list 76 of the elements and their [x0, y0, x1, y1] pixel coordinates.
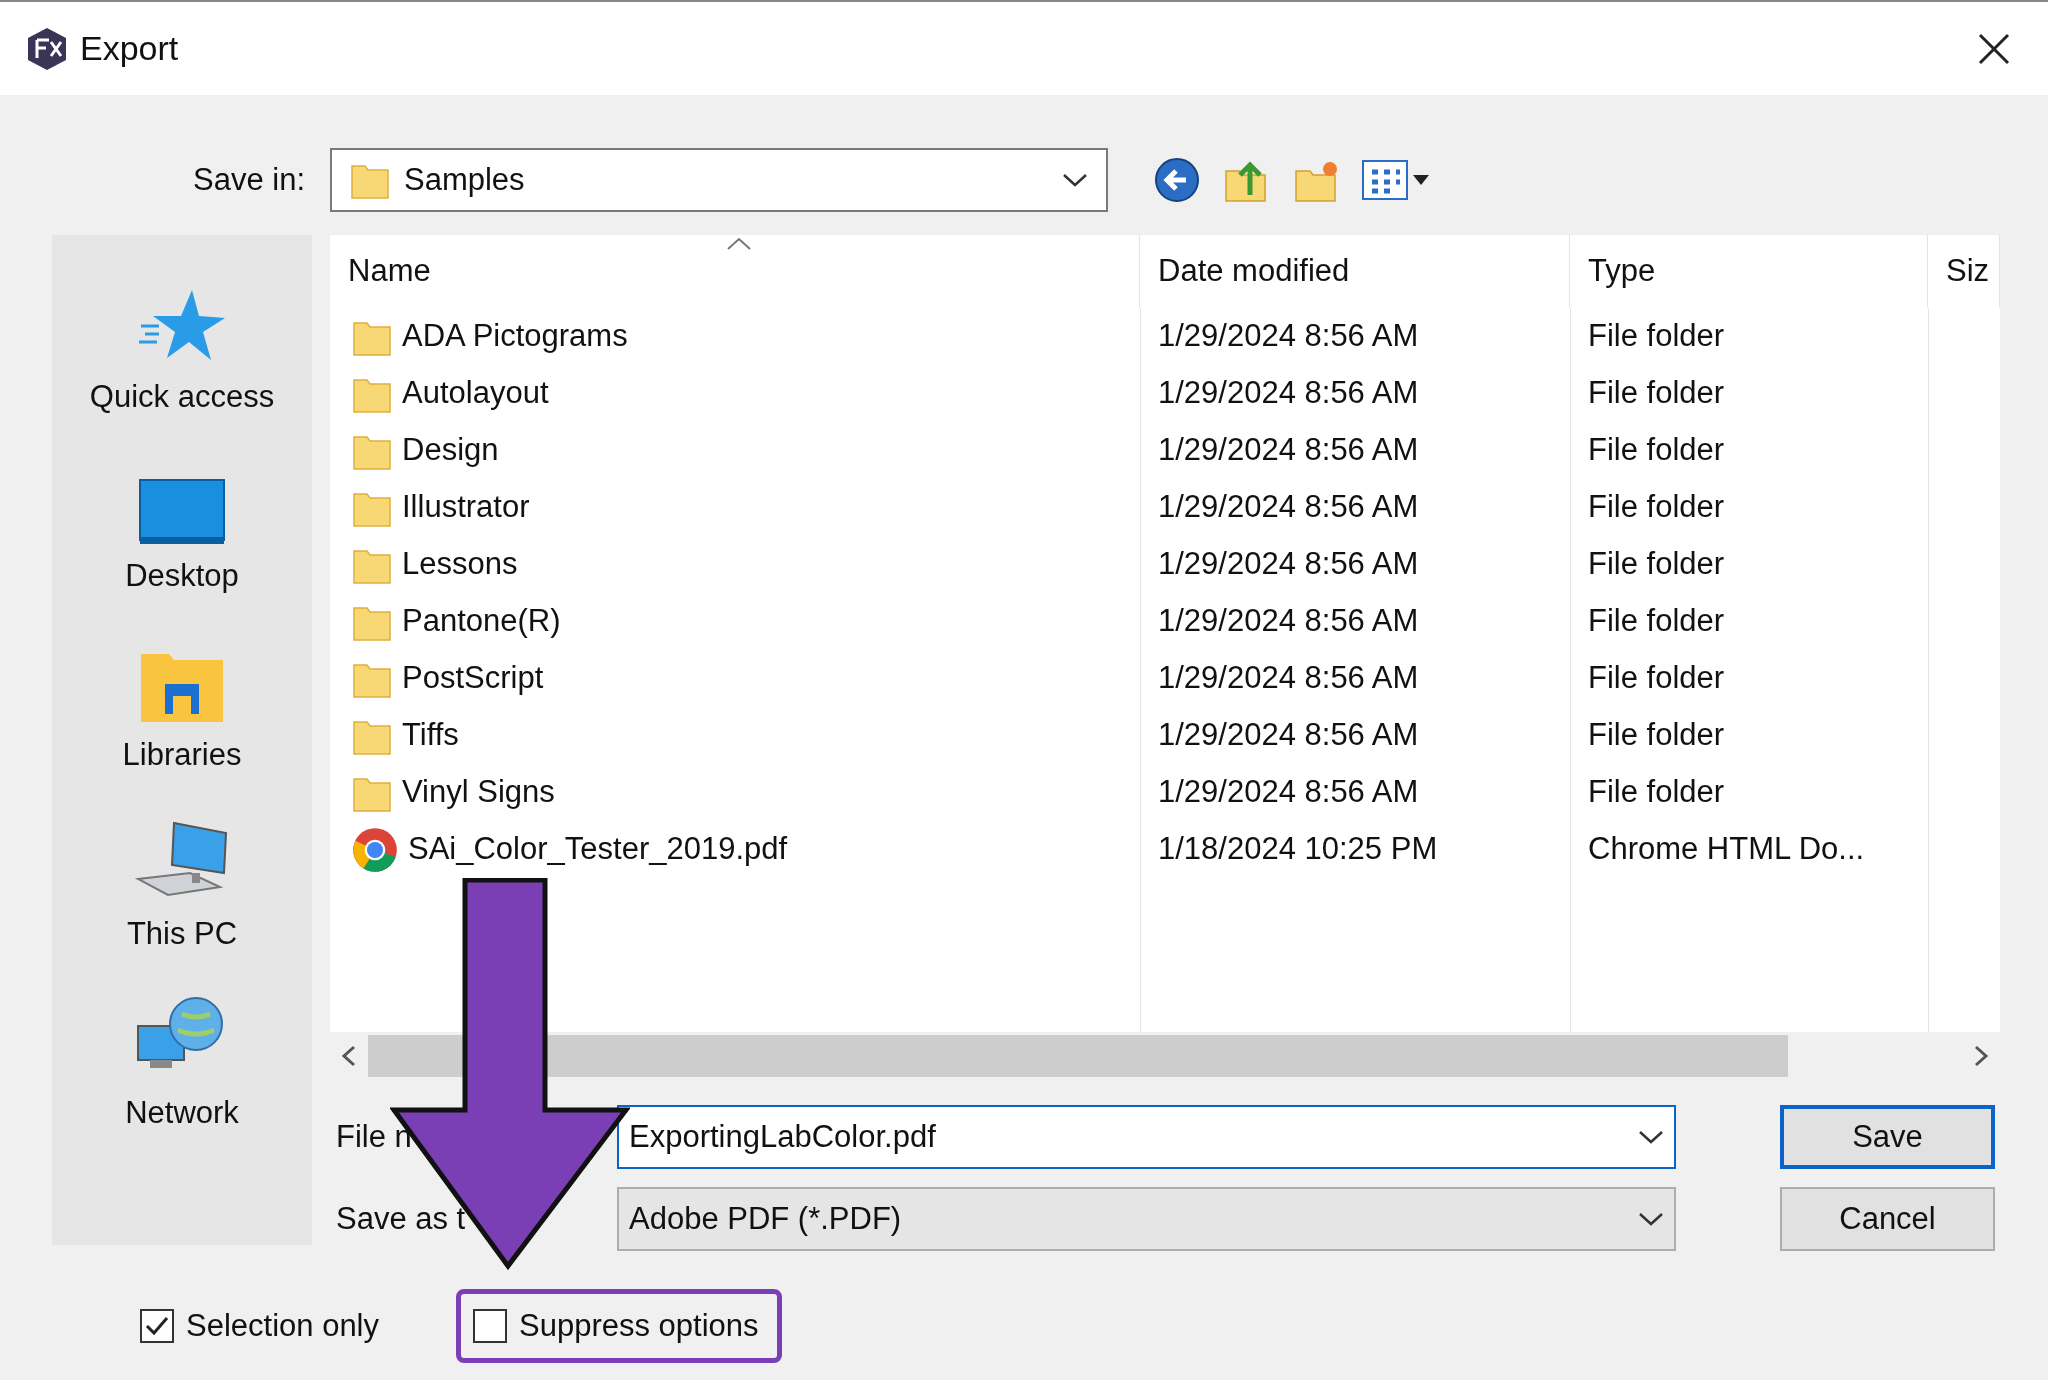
- file-name: Vinyl Signs: [402, 773, 555, 812]
- option-label: Selection only: [186, 1306, 379, 1345]
- close-icon: [1978, 32, 2010, 65]
- checkbox[interactable]: [140, 1309, 174, 1343]
- type-cell: File folder: [1588, 489, 1725, 525]
- file-row[interactable]: Vinyl Signs 1/29/2024 8:56 AM File folder: [330, 764, 2000, 821]
- folder-name: Samples: [404, 160, 526, 199]
- place-shortcut[interactable]: Quick access: [62, 259, 302, 438]
- save-button[interactable]: Save: [1780, 1105, 1995, 1169]
- type-cell: File folder: [1588, 318, 1725, 354]
- save-in-dropdown[interactable]: Samples: [330, 148, 1108, 212]
- date-cell: 1/29/2024 8:56 AM: [1158, 318, 1419, 354]
- date-cell: 1/29/2024 8:56 AM: [1158, 546, 1419, 582]
- file-name: SAi_Color_Tester_2019.pdf: [408, 830, 788, 869]
- date-cell: 1/29/2024 8:56 AM: [1158, 375, 1419, 411]
- type-cell: File folder: [1588, 660, 1725, 696]
- place-shortcut[interactable]: Libraries: [62, 617, 302, 796]
- save-in-label: Save in:: [192, 160, 306, 199]
- file-name: Lessons: [402, 545, 518, 584]
- file-row[interactable]: SAi_Color_Tester_2019.pdf 1/18/2024 10:25 PM Chrome HTML Do...: [330, 821, 2000, 878]
- date-cell: 1/29/2024 8:56 AM: [1158, 603, 1419, 639]
- file-name: Design: [402, 431, 499, 470]
- column-header[interactable]: Type: [1570, 235, 1928, 308]
- round-app-icon: [352, 826, 398, 873]
- type-cell: File folder: [1588, 774, 1725, 810]
- date-cell: 1/29/2024 8:56 AM: [1158, 432, 1419, 468]
- field-label: File n: [336, 1118, 412, 1154]
- scroll-thumb[interactable]: [368, 1035, 1788, 1077]
- scroll-left-icon: [340, 1045, 358, 1067]
- date-cell: 1/29/2024 8:56 AM: [1158, 774, 1419, 810]
- dropdown-caret-icon: [1638, 1211, 1664, 1227]
- place-shortcut[interactable]: Desktop: [62, 438, 302, 617]
- file-row[interactable]: Illustrator 1/29/2024 8:56 AM File folder: [330, 479, 2000, 536]
- place-shortcut[interactable]: Network: [62, 975, 302, 1154]
- file-row[interactable]: Lessons 1/29/2024 8:56 AM File folder: [330, 536, 2000, 593]
- window-title: Export: [80, 28, 179, 69]
- file-row[interactable]: PostScript 1/29/2024 8:56 AM File folder: [330, 650, 2000, 707]
- date-cell: 1/18/2024 10:25 PM: [1158, 831, 1438, 867]
- date-cell: 1/29/2024 8:56 AM: [1158, 717, 1419, 753]
- sort-caret-icon: [726, 237, 752, 251]
- column-header[interactable]: Siz: [1928, 235, 2000, 308]
- dropdown-caret-icon: [1062, 172, 1088, 188]
- type-cell: File folder: [1588, 603, 1725, 639]
- option-label: Suppress options: [519, 1306, 759, 1345]
- date-cell: 1/29/2024 8:56 AM: [1158, 489, 1419, 525]
- file-type-dropdown[interactable]: Adobe PDF (*.PDF): [617, 1187, 1676, 1251]
- checkbox[interactable]: [473, 1309, 507, 1343]
- type-cell: File folder: [1588, 717, 1725, 753]
- file-row[interactable]: Design 1/29/2024 8:56 AM File folder: [330, 422, 2000, 479]
- file-name: ADA Pictograms: [402, 317, 628, 356]
- file-row[interactable]: Pantone(R) 1/29/2024 8:56 AM File folder: [330, 593, 2000, 650]
- file-name: PostScript: [402, 659, 544, 698]
- file-row[interactable]: Tiffs 1/29/2024 8:56 AM File folder: [330, 707, 2000, 764]
- type-cell: File folder: [1588, 375, 1725, 411]
- type-cell: File folder: [1588, 546, 1725, 582]
- type-cell: Chrome HTML Do...: [1588, 831, 1865, 867]
- column-header[interactable]: Date modified: [1140, 235, 1570, 308]
- caret-icon: [1412, 174, 1430, 186]
- type-cell: File folder: [1588, 432, 1725, 468]
- file-name: Illustrator: [402, 488, 530, 527]
- file-row[interactable]: Autolayout 1/29/2024 8:56 AM File folder: [330, 365, 2000, 422]
- scroll-right-icon: [1972, 1045, 1990, 1067]
- file-name: Autolayout: [402, 374, 549, 413]
- file-row[interactable]: ADA Pictograms 1/29/2024 8:56 AM File folder: [330, 308, 2000, 365]
- monitor-icon: [139, 478, 225, 545]
- file-name: Pantone(R): [402, 602, 561, 641]
- date-cell: 1/29/2024 8:56 AM: [1158, 660, 1419, 696]
- place-shortcut[interactable]: This PC: [62, 796, 302, 975]
- file-name: Tiffs: [402, 716, 459, 755]
- back-button[interactable]: [1152, 155, 1202, 205]
- file-name-field[interactable]: ExportingLabColor.pdf: [617, 1105, 1676, 1169]
- grid-view-icon: [1362, 160, 1408, 200]
- column-header[interactable]: Name: [330, 235, 1140, 308]
- cancel-button[interactable]: Cancel: [1780, 1187, 1995, 1251]
- field-label: Save as t: [336, 1200, 466, 1236]
- dropdown-caret-icon: [1638, 1129, 1664, 1145]
